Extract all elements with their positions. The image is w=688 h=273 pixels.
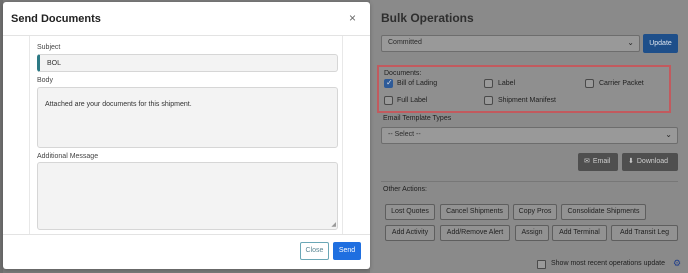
download-button-label: Download — [636, 158, 669, 165]
add-remove-alert-button[interactable]: Add/Remove Alert — [440, 225, 510, 241]
cancel-shipments-button[interactable]: Cancel Shipments — [440, 204, 509, 220]
checkbox-full-label[interactable] — [384, 96, 393, 105]
subject-label: Subject — [37, 44, 61, 51]
email-button-label: Email — [592, 158, 611, 165]
download-icon: ⬇ — [628, 158, 634, 165]
add-terminal-button[interactable]: Add Terminal — [552, 225, 607, 241]
checkbox-bill-of-lading[interactable] — [384, 78, 393, 88]
divider — [381, 181, 678, 182]
checkbox-carrier-packet[interactable] — [585, 79, 594, 88]
checkbox-label-carrier-packet: Carrier Packet — [599, 80, 644, 87]
lost-quotes-button[interactable]: Lost Quotes — [385, 204, 435, 220]
email-template-label: Email Template Types — [383, 115, 452, 122]
download-button[interactable]: ⬇ Download — [622, 153, 678, 171]
checkbox-label-shipment-manifest: Shipment Manifest — [498, 97, 556, 104]
status-select-value: Committed — [388, 39, 422, 46]
close-icon[interactable]: × — [349, 11, 356, 25]
email-template-value: -- Select -- — [388, 131, 421, 138]
consolidate-shipments-button[interactable]: Consolidate Shipments — [561, 204, 646, 220]
show-recent-label: Show most recent operations update — [551, 260, 666, 267]
checkbox-label-bill-of-lading: Bill of Lading — [397, 80, 438, 87]
checkbox-label-full-label: Full Label — [397, 97, 428, 104]
bulk-operations-title: Bulk Operations — [381, 11, 474, 25]
checkbox-shipment-manifest[interactable] — [484, 96, 493, 105]
gear-icon[interactable]: ⚙ — [673, 258, 681, 269]
checkbox-label[interactable] — [484, 79, 493, 88]
email-button[interactable]: ✉ Email — [578, 153, 618, 171]
envelope-icon: ✉ — [584, 158, 590, 165]
documents-label: Documents: — [384, 70, 422, 77]
copy-pros-button[interactable]: Copy Pros — [513, 204, 557, 220]
add-activity-button[interactable]: Add Activity — [385, 225, 435, 241]
modal-title: Send Documents — [11, 13, 101, 25]
checkbox-label-label: Label — [498, 80, 516, 87]
chevron-down-icon: ⌄ — [665, 130, 672, 139]
show-recent-checkbox[interactable] — [537, 260, 546, 269]
body-textarea[interactable]: Attached are your documents for this shi… — [37, 87, 338, 148]
additional-message-label: Additional Message — [37, 153, 99, 160]
add-transit-leg-button[interactable]: Add Transit Leg — [611, 225, 678, 241]
modal-footer-divider — [3, 234, 370, 235]
resize-handle-icon[interactable]: ◢ — [331, 221, 336, 228]
close-button[interactable]: Close — [300, 242, 329, 260]
status-select[interactable]: Committed ⌄ — [381, 35, 640, 52]
other-actions-label: Other Actions: — [383, 186, 427, 193]
subject-value: BOL — [47, 60, 62, 67]
body-label: Body — [37, 77, 53, 84]
send-button[interactable]: Send — [333, 242, 361, 260]
send-documents-modal: Send Documents × Subject BOL Body Attach… — [3, 2, 370, 269]
assign-button[interactable]: Assign — [515, 225, 549, 241]
chevron-down-icon: ⌄ — [627, 38, 634, 47]
body-value: Attached are your documents for this shi… — [45, 101, 192, 108]
email-template-select[interactable]: -- Select -- ⌄ — [381, 127, 678, 144]
additional-message-textarea[interactable]: ◢ — [37, 162, 338, 230]
update-button[interactable]: Update — [643, 34, 678, 53]
subject-field[interactable]: BOL — [37, 54, 338, 72]
